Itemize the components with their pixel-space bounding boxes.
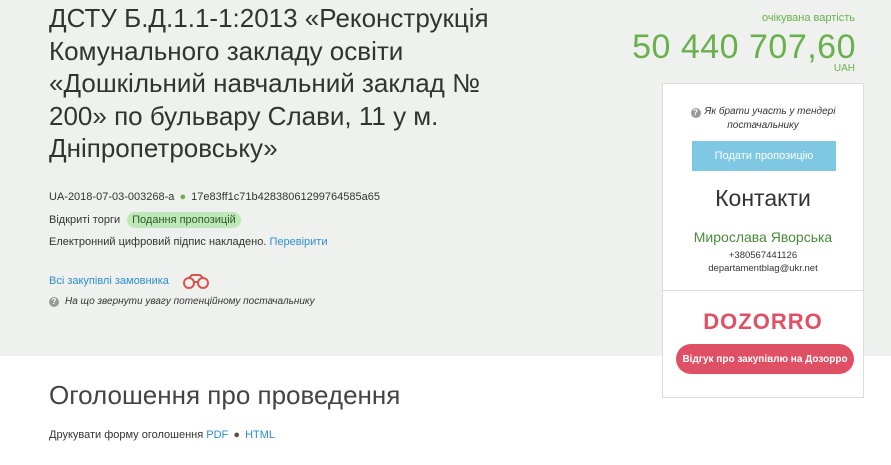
contact-phone: +380567441126 <box>728 250 798 261</box>
print-form-text: Друкувати форму оголошення <box>49 429 204 441</box>
svg-text:DOZORRO: DOZORRO <box>703 309 822 334</box>
contact-name: Мирослава Яворська <box>693 229 833 245</box>
procedure-row: Відкриті торги Подання пропозицій <box>49 212 241 228</box>
contact-email: departamentblag@ukr.net <box>708 263 818 274</box>
question-icon: ? <box>690 108 701 118</box>
status-badge: Подання пропозицій <box>127 212 241 228</box>
supplier-hint-row[interactable]: ? На що звернути увагу потенційному пост… <box>49 296 315 307</box>
binoculars-icon[interactable] <box>181 273 211 289</box>
print-form-row: Друкувати форму оголошення PDF ● HTML <box>49 429 275 441</box>
signature-row: Електронний цифровий підпис накладено. П… <box>49 236 327 248</box>
contacts-title: Контакти <box>715 185 811 211</box>
print-pdf-link[interactable]: PDF <box>206 429 228 441</box>
tender-id-row: UA-2018-07-03-003268-a ● 17e83ff1c71b428… <box>49 191 380 203</box>
expected-price-label: очікувана вартість <box>761 12 855 24</box>
print-html-link[interactable]: HTML <box>245 429 275 441</box>
sidebar-divider <box>663 290 863 291</box>
dozorro-logo: DOZORRO <box>663 307 863 335</box>
procedure-type: Відкриті торги <box>49 214 121 226</box>
all-purchases-row: Всі закупівлі замовника <box>49 273 211 289</box>
verify-signature-link[interactable]: Перевірити <box>269 236 327 248</box>
separator-dot: ● <box>233 429 240 441</box>
how-to-participate-text: Як брати участь у тендері постачальнику <box>704 106 836 131</box>
tender-title: ДСТУ Б.Д.1.1-1:2013 «Реконструкція Комун… <box>49 3 489 163</box>
announcement-heading: Оголошення про проведення <box>49 380 401 410</box>
question-icon: ? <box>49 296 59 307</box>
separator-dot: ● <box>179 191 187 203</box>
tender-hash: 17e83ff1c71b42838061299764585a65 <box>191 191 380 203</box>
expected-price-amount: 50 440 707,60 <box>632 28 856 66</box>
submit-proposal-button[interactable]: Подати пропозицію <box>692 141 836 171</box>
participation-sidebar: ? Як брати участь у тендері постачальнику… <box>662 83 864 398</box>
supplier-hint-text: На що звернути увагу потенційному постач… <box>65 296 315 307</box>
price-currency: UAH <box>833 63 855 74</box>
how-to-participate[interactable]: ? Як брати участь у тендері постачальнику <box>663 105 863 133</box>
all-buyer-purchases-link[interactable]: Всі закупівлі замовника <box>49 275 169 287</box>
tender-id: UA-2018-07-03-003268-a <box>49 191 175 203</box>
signature-text: Електронний цифровий підпис накладено. <box>49 236 267 248</box>
dozorro-feedback-button[interactable]: Відгук про закупівлю на Дозорро <box>676 344 854 374</box>
